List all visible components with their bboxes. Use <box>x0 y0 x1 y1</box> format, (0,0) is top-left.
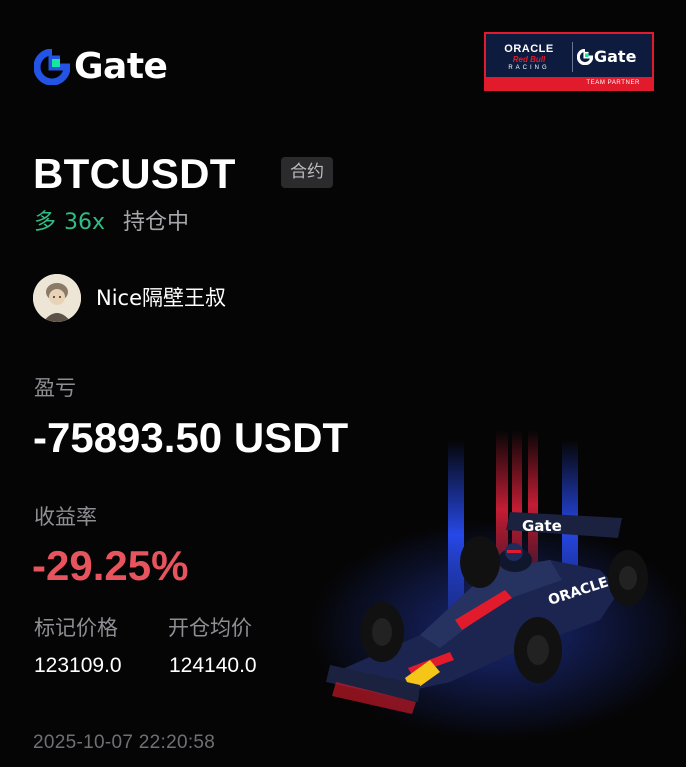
avatar-icon <box>33 274 81 322</box>
pnl-label: 盈亏 <box>34 376 76 400</box>
svg-text:Gate: Gate <box>522 517 562 535</box>
redbull-wordmark: Red Bull <box>512 54 546 64</box>
racing-wordmark: RACING <box>508 64 550 71</box>
brand-name: Gate <box>74 46 168 87</box>
gate-logo-icon <box>34 49 70 85</box>
position-direction: 多 <box>34 210 57 235</box>
entry-price-label: 开仓均价 <box>168 616 252 640</box>
badge-divider <box>572 41 573 72</box>
entry-price-value: 124140.0 <box>169 654 257 677</box>
timestamp: 2025-10-07 22:20:58 <box>33 732 216 753</box>
roi-label: 收益率 <box>34 505 97 529</box>
mark-price-value: 123109.0 <box>34 654 122 677</box>
position-status: 持仓中 <box>123 210 190 235</box>
trading-pair: BTCUSDT <box>33 150 236 197</box>
oracle-wordmark: ORACLE <box>504 42 554 55</box>
f1-car-illustration: Gate ORACLE <box>310 430 686 740</box>
username: Nice隔壁王叔 <box>96 286 227 310</box>
gate-small-logo-icon <box>577 48 593 65</box>
badge-footer: TEAM PARTNER <box>486 77 652 89</box>
roi-value: -29.25% <box>32 542 189 589</box>
position-leverage: 36x <box>64 210 106 235</box>
team-partner-badge: ORACLE Red Bull RACING Gate TEAM PARTNER <box>484 32 654 91</box>
mark-price-label: 标记价格 <box>34 616 118 640</box>
gate-logo: Gate <box>34 46 168 87</box>
contract-type-tag: 合约 <box>281 157 333 188</box>
position-info: 多 36x 持仓中 <box>34 208 189 238</box>
gate-wordmark: Gate <box>594 47 637 66</box>
